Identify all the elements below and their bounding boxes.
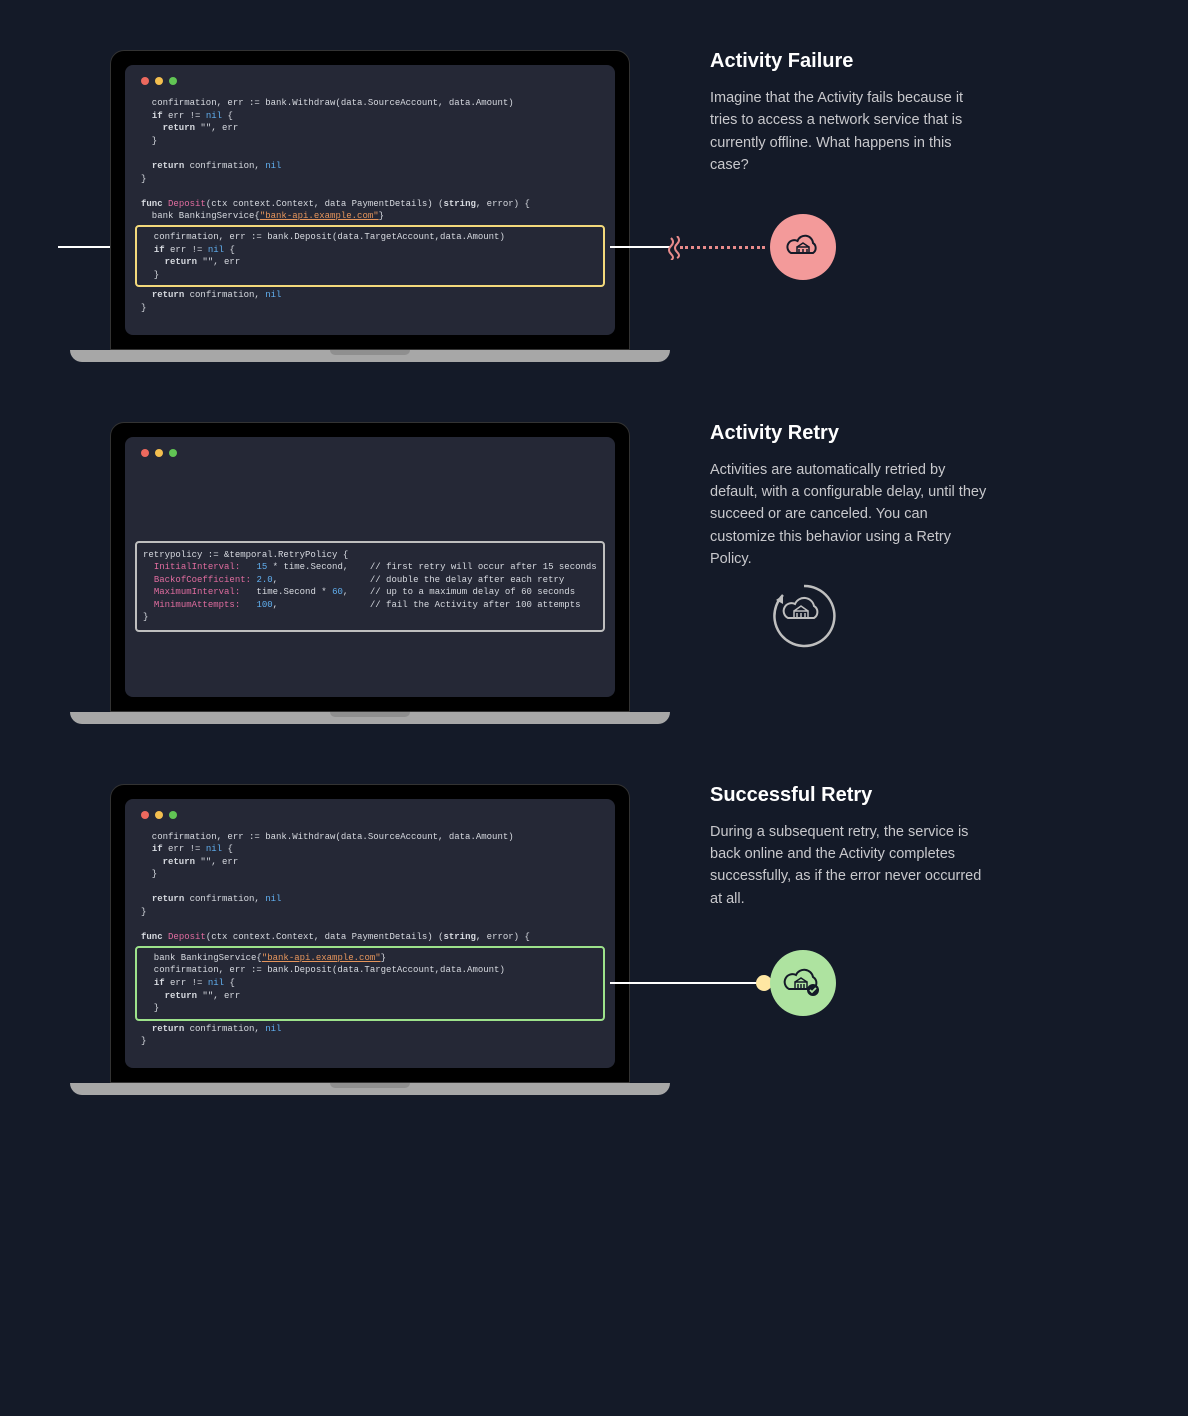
code-block: retrypolicy := &temporal.RetryPolicy { I… [141, 539, 599, 635]
connection-fail-line [610, 246, 770, 248]
section-description: Imagine that the Activity fails because … [710, 87, 990, 177]
code-editor: confirmation, err := bank.Withdraw(data.… [125, 65, 615, 335]
window-dots [141, 449, 599, 457]
code-editor: retrypolicy := &temporal.RetryPolicy { I… [125, 437, 615, 697]
code-block: confirmation, err := bank.Withdraw(data.… [141, 831, 599, 1049]
screen-frame: confirmation, err := bank.Withdraw(data.… [110, 784, 630, 1084]
window-dot-red [141, 449, 149, 457]
laptop-zone: confirmation, err := bank.Withdraw(data.… [70, 784, 670, 1096]
section-heading: Activity Failure [710, 50, 990, 73]
code-editor: confirmation, err := bank.Withdraw(data.… [125, 799, 615, 1069]
cloud-bank-retry-icon [766, 578, 842, 654]
section-heading: Successful Retry [710, 784, 990, 807]
highlighted-code-block: retrypolicy := &temporal.RetryPolicy { I… [135, 541, 605, 633]
section-description: During a subsequent retry, the service i… [710, 821, 990, 911]
text-column: Successful Retry During a subsequent ret… [710, 784, 990, 911]
laptop-zone: retrypolicy := &temporal.RetryPolicy { I… [70, 422, 670, 724]
window-dot-red [141, 77, 149, 85]
window-dot-green [169, 77, 177, 85]
laptop-base [70, 350, 670, 362]
laptop: confirmation, err := bank.Withdraw(data.… [110, 50, 630, 362]
text-column: Activity Retry Activities are automatica… [710, 422, 990, 571]
highlighted-code-block: bank BankingService{"bank-api.example.co… [135, 946, 605, 1021]
window-dot-yellow [155, 77, 163, 85]
section-description: Activities are automatically retried by … [710, 459, 990, 571]
connection-ok-line [610, 982, 770, 984]
window-dot-green [169, 811, 177, 819]
screen-frame: confirmation, err := bank.Withdraw(data.… [110, 50, 630, 350]
screen-frame: retrypolicy := &temporal.RetryPolicy { I… [110, 422, 630, 712]
window-dot-yellow [155, 449, 163, 457]
laptop-zone: confirmation, err := bank.Withdraw(data.… [70, 50, 670, 362]
text-column: Activity Failure Imagine that the Activi… [710, 50, 990, 177]
window-dots [141, 811, 599, 819]
laptop: confirmation, err := bank.Withdraw(data.… [110, 784, 630, 1096]
highlighted-code-block: confirmation, err := bank.Deposit(data.T… [135, 225, 605, 287]
section-heading: Activity Retry [710, 422, 990, 445]
laptop: retrypolicy := &temporal.RetryPolicy { I… [110, 422, 630, 724]
cloud-bank-fail-icon [770, 214, 836, 280]
window-dot-yellow [155, 811, 163, 819]
section-successful-retry: confirmation, err := bank.Withdraw(data.… [40, 784, 1148, 1096]
code-block: confirmation, err := bank.Withdraw(data.… [141, 97, 599, 315]
cloud-bank-ok-icon [770, 950, 836, 1016]
section-activity-retry: retrypolicy := &temporal.RetryPolicy { I… [40, 422, 1148, 724]
laptop-base [70, 712, 670, 724]
window-dot-green [169, 449, 177, 457]
window-dot-red [141, 811, 149, 819]
laptop-base [70, 1083, 670, 1095]
window-dots [141, 77, 599, 85]
section-activity-failure: confirmation, err := bank.Withdraw(data.… [40, 50, 1148, 362]
